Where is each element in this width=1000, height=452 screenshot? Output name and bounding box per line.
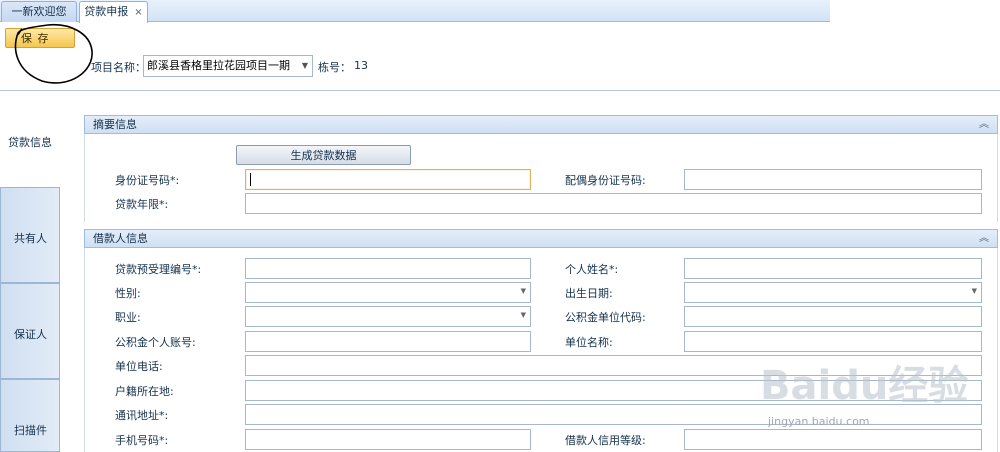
close-icon[interactable]: × xyxy=(134,7,142,18)
loan-term-label: 贷款年限*: xyxy=(115,198,169,211)
project-name-select[interactable]: 郎溪县香格里拉花园项目一期 ▼ xyxy=(143,55,313,77)
pre-accept-no-label: 贷款预受理编号*: xyxy=(115,263,202,276)
tab-strip: 一新欢迎您 贷款申报 × xyxy=(0,0,830,23)
address-label: 通讯地址*: xyxy=(115,409,169,422)
credit-level-label: 借款人信用等级: xyxy=(565,434,646,447)
fund-account-label: 公积金个人账号: xyxy=(115,336,196,349)
save-button[interactable]: 保 存 xyxy=(5,28,75,48)
unit-name-label: 单位名称: xyxy=(565,336,613,349)
borrower-panel-header: 借款人信息 ︽ xyxy=(84,229,998,248)
unit-phone-label: 单位电话: xyxy=(115,360,163,373)
side-tab-border xyxy=(59,187,60,452)
credit-level-input[interactable] xyxy=(684,429,982,450)
side-tab-guarantors[interactable]: 保证人 xyxy=(0,283,60,379)
tab-loan-application[interactable]: 贷款申报 × xyxy=(79,1,148,23)
tab-welcome[interactable]: 一新欢迎您 xyxy=(1,1,77,22)
watermark-url: jingyan.baidu.com xyxy=(768,415,870,428)
summary-panel-title: 摘要信息 xyxy=(93,118,137,131)
spouse-id-input[interactable] xyxy=(684,169,982,190)
text-cursor xyxy=(250,173,251,186)
chevron-double-up-icon[interactable]: ︽ xyxy=(979,116,989,134)
birth-date-label: 出生日期: xyxy=(565,287,613,300)
personal-name-label: 个人姓名*: xyxy=(565,263,619,276)
fund-unit-code-label: 公积金单位代码: xyxy=(565,311,646,324)
personal-name-input[interactable] xyxy=(684,258,982,279)
gender-label: 性别: xyxy=(115,287,141,300)
chevron-down-icon: ▼ xyxy=(301,61,308,70)
chevron-down-icon: ▼ xyxy=(971,287,977,295)
side-tab-scans[interactable]: 扫描件 xyxy=(0,379,60,452)
loan-term-input[interactable] xyxy=(245,193,982,214)
building-number-label: 栋号： xyxy=(318,61,351,74)
toolbar-divider xyxy=(0,90,1000,91)
id-number-label: 身份证号码*: xyxy=(115,174,180,187)
project-name-label: 项目名称： xyxy=(91,61,146,74)
generate-loan-data-button[interactable]: 生成贷款数据 xyxy=(236,145,411,165)
chevron-down-icon: ▼ xyxy=(520,311,526,319)
household-label: 户籍所在地: xyxy=(115,385,174,398)
chevron-double-up-icon[interactable]: ︽ xyxy=(979,230,989,248)
address-input[interactable] xyxy=(245,404,982,425)
gender-select[interactable]: ▼ xyxy=(245,282,531,303)
side-tab-co-owners[interactable]: 共有人 xyxy=(0,187,60,283)
fund-unit-code-input[interactable] xyxy=(684,306,982,327)
pre-accept-no-input[interactable] xyxy=(245,258,531,279)
summary-panel-header: 摘要信息 ︽ xyxy=(84,115,998,134)
birth-date-select[interactable]: ▼ xyxy=(684,282,982,303)
project-name-value: 郎溪县香格里拉花园项目一期 xyxy=(147,59,290,72)
chevron-down-icon: ▼ xyxy=(520,287,526,295)
occupation-label: 职业: xyxy=(115,311,141,324)
unit-phone-input[interactable] xyxy=(245,355,982,376)
mobile-input[interactable] xyxy=(245,429,531,450)
tab-loan-application-label: 贷款申报 xyxy=(84,5,129,18)
spouse-id-label: 配偶身份证号码: xyxy=(565,174,646,187)
unit-name-input[interactable] xyxy=(684,331,982,352)
mobile-label: 手机号码*: xyxy=(115,434,169,447)
occupation-select[interactable]: ▼ xyxy=(245,306,531,327)
building-number-value: 13 xyxy=(354,59,368,72)
borrower-panel-title: 借款人信息 xyxy=(93,232,148,245)
household-input[interactable] xyxy=(245,380,982,401)
id-number-input[interactable] xyxy=(245,169,531,190)
fund-account-input[interactable] xyxy=(245,331,531,352)
tab-welcome-label: 一新欢迎您 xyxy=(11,5,67,18)
side-tab-loan-info[interactable]: 贷款信息 xyxy=(0,100,60,186)
